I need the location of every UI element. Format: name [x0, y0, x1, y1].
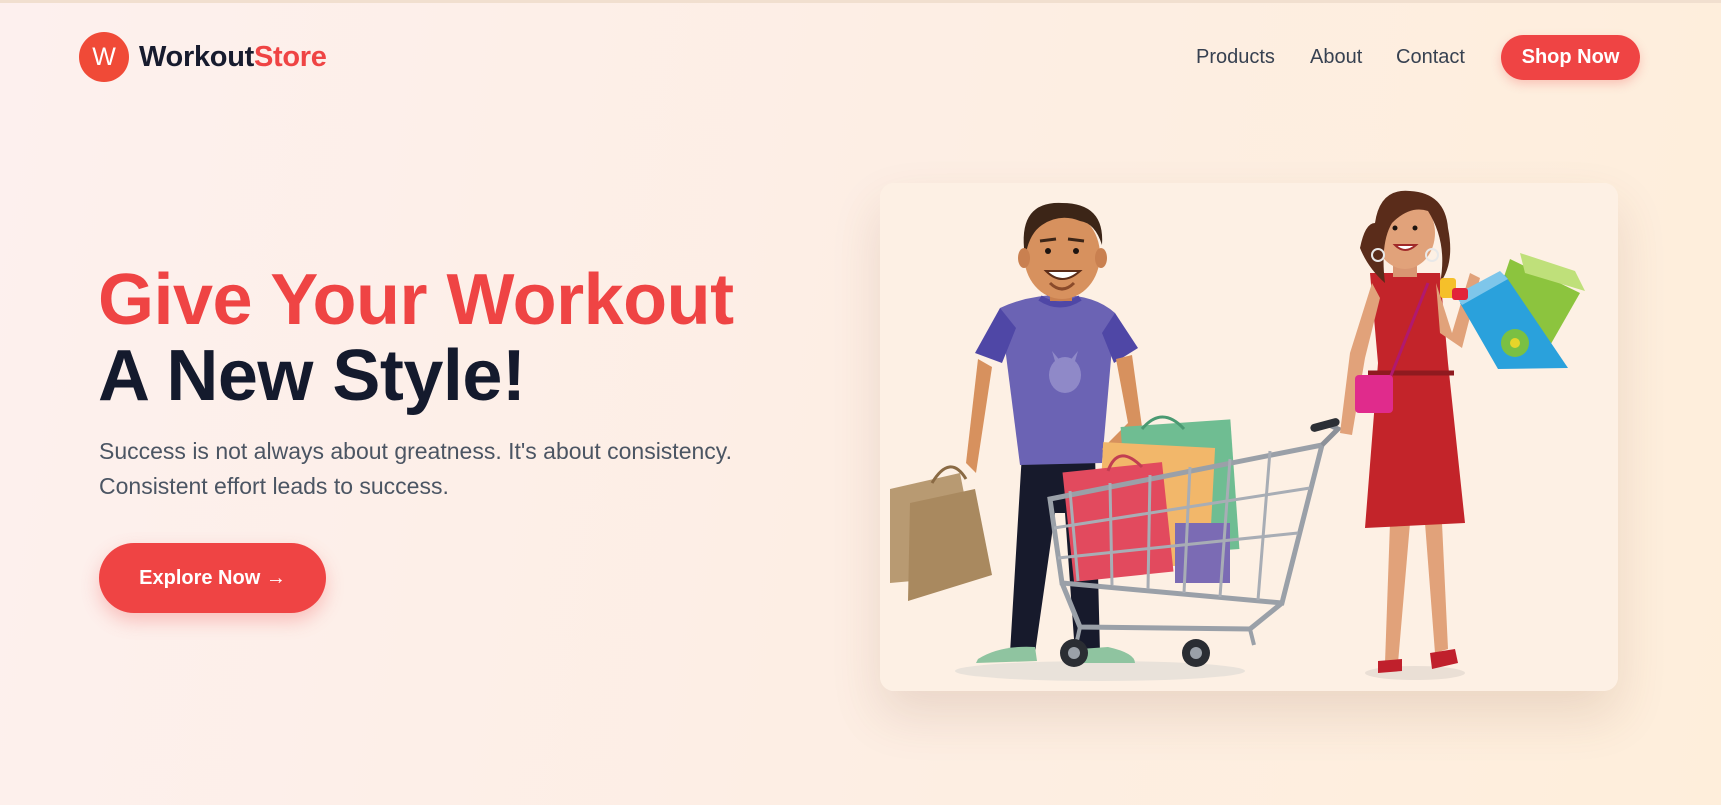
- hero-image-card: [880, 183, 1618, 691]
- hero-title: Give Your Workout A New Style!: [98, 262, 734, 414]
- logo-letter: W: [92, 42, 116, 71]
- hero-subtitle: Success is not always about greatness. I…: [99, 434, 859, 504]
- hero-subtitle-line1: Success is not always about greatness. I…: [99, 438, 732, 464]
- hero-title-line1: Give Your Workout: [98, 260, 734, 340]
- nav-link-contact[interactable]: Contact: [1396, 46, 1465, 69]
- shop-now-button[interactable]: Shop Now: [1501, 35, 1640, 80]
- brand-name-part1: Workout: [139, 40, 254, 73]
- logo-badge: W: [79, 32, 129, 82]
- navbar: W WorkoutStore Products About Contact Sh…: [0, 0, 1721, 116]
- explore-now-button[interactable]: Explore Now →: [99, 543, 326, 613]
- nav-link-products[interactable]: Products: [1196, 46, 1275, 69]
- nav-link-about[interactable]: About: [1310, 46, 1362, 69]
- brand-name-part2: Store: [253, 40, 327, 73]
- brand-logo[interactable]: W WorkoutStore: [79, 32, 327, 82]
- hero-subtitle-line2: Consistent effort leads to success.: [99, 473, 449, 499]
- hero-title-line2: A New Style!: [98, 336, 526, 416]
- shopping-illustration: [880, 183, 1618, 691]
- brand-name: WorkoutStore: [139, 41, 327, 74]
